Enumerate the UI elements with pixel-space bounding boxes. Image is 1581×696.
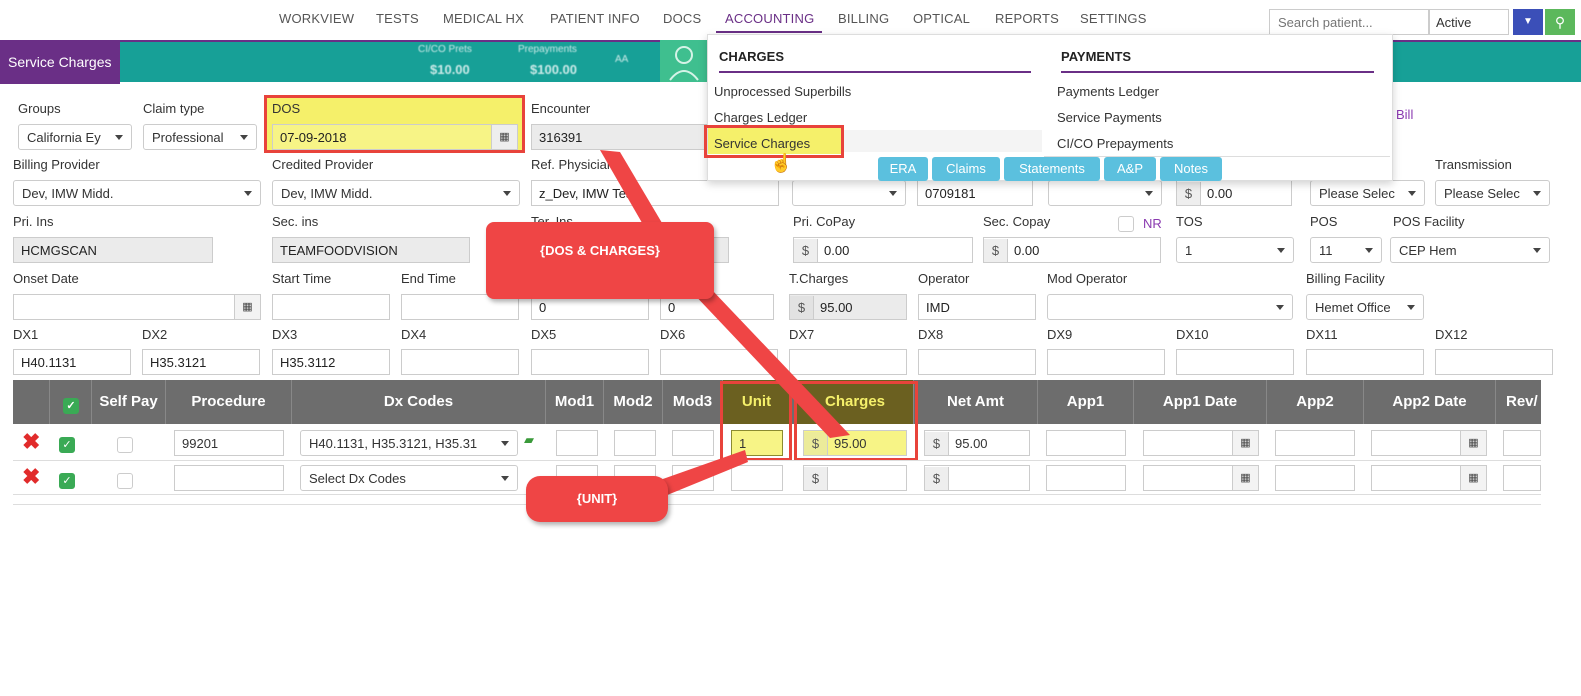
- dos-charges-callout: {DOS & CHARGES}: [486, 222, 714, 299]
- annotation-arrows: [600, 150, 850, 500]
- arrow-charges: [690, 290, 850, 438]
- arrow-unit: [655, 450, 748, 500]
- arrow-dos: [600, 150, 665, 228]
- unit-callout: {UNIT}: [526, 476, 668, 522]
